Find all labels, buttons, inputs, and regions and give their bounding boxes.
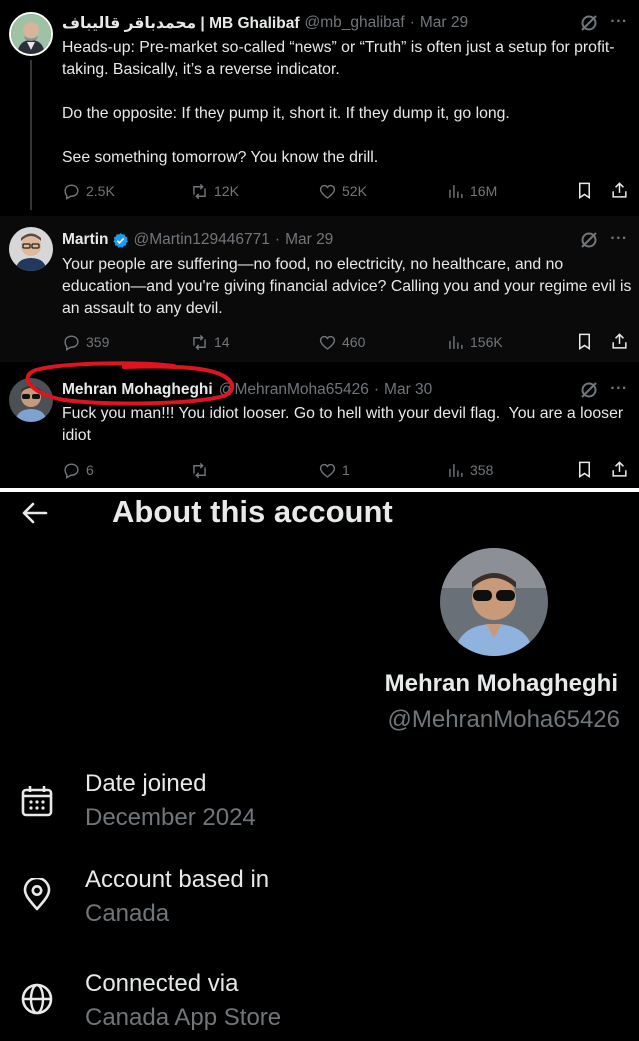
heart-icon — [319, 184, 336, 199]
bookmark-icon[interactable] — [575, 181, 594, 200]
tweet-text: Fuck you man!!! You idiot looser. Go to … — [62, 405, 628, 444]
reply-button[interactable]: 6 — [62, 459, 94, 481]
bookmark-icon[interactable] — [575, 460, 594, 479]
author-handle[interactable]: @MehranMoha65426 — [219, 381, 369, 399]
reply-icon — [64, 334, 79, 351]
tweet-actions: 359 14 460 156K — [62, 331, 630, 353]
repost-button[interactable]: 12K — [190, 180, 239, 202]
grok-icon[interactable] — [579, 230, 599, 250]
info-label: Account based in — [85, 866, 270, 893]
page-title: About this account — [112, 494, 393, 529]
reply-count: 6 — [86, 462, 94, 478]
globe-icon — [21, 983, 53, 1015]
author-name[interactable]: Martin — [62, 231, 109, 249]
like-count: 52K — [342, 183, 367, 199]
back-arrow-icon[interactable] — [20, 500, 50, 526]
reply-icon — [64, 183, 79, 200]
info-value: December 2024 — [85, 804, 256, 831]
tweet-martin[interactable]: Martin @Martin129446771 · Mar 29 ··· You… — [0, 216, 639, 362]
repost-button[interactable]: 14 — [190, 331, 230, 353]
repost-button[interactable] — [190, 459, 214, 481]
view-count: 16M — [470, 183, 498, 199]
tweet-actions: 2.5K 12K 52K 16M — [62, 180, 630, 202]
info-label: Date joined — [85, 770, 207, 797]
reply-count: 359 — [86, 334, 110, 350]
like-button[interactable]: 1 — [318, 459, 350, 481]
tweet-ghalibaf[interactable]: محمدباقر قالیباف | MB Ghalibaf @mb_ghali… — [0, 0, 639, 216]
info-value: Canada — [85, 900, 170, 927]
grok-icon[interactable] — [579, 380, 599, 400]
share-icon[interactable] — [610, 181, 629, 200]
tweet-text: Your people are suffering—no food, no el… — [62, 256, 636, 317]
reply-count: 2.5K — [86, 183, 115, 199]
author-name[interactable]: محمدباقر قالیباف | MB Ghalibaf — [62, 14, 300, 33]
verified-badge-icon — [112, 232, 128, 248]
like-count: 460 — [342, 334, 366, 350]
views-icon — [449, 463, 463, 477]
tweet-header: Martin @Martin129446771 · Mar 29 — [62, 230, 333, 250]
heart-icon — [319, 463, 336, 478]
avatar[interactable] — [9, 227, 53, 271]
reply-button[interactable]: 359 — [62, 331, 109, 353]
profile-avatar[interactable] — [440, 548, 548, 656]
author-handle[interactable]: @mb_ghalibaf — [305, 14, 405, 32]
repost-icon — [193, 462, 206, 478]
thread-line — [30, 60, 32, 210]
share-icon[interactable] — [610, 332, 629, 351]
views-icon — [449, 184, 463, 198]
heart-icon — [319, 335, 336, 350]
repost-count: 14 — [214, 334, 230, 350]
profile-handle: @MehranMoha65426 — [387, 706, 620, 733]
info-row-date-joined: Date joined December 2024 — [0, 770, 639, 850]
views-button[interactable]: 16M — [446, 180, 497, 202]
bookmark-icon[interactable] — [575, 332, 594, 351]
grok-icon[interactable] — [579, 13, 599, 33]
about-account-panel: About this account Mehran Mohagheghi @Me… — [0, 492, 639, 1041]
repost-count: 12K — [214, 183, 239, 199]
tweet-date[interactable]: Mar 30 — [384, 381, 432, 399]
tweet-header: محمدباقر قالیباف | MB Ghalibaf @mb_ghali… — [62, 13, 468, 33]
view-count: 156K — [470, 334, 503, 350]
info-row-account-based-in: Account based in Canada — [0, 866, 639, 946]
tweet-date[interactable]: Mar 29 — [285, 231, 333, 249]
reply-icon — [64, 462, 79, 479]
red-annotation-ellipse — [25, 361, 235, 406]
info-label: Connected via — [85, 970, 239, 997]
meta-dot: · — [373, 381, 380, 398]
views-button[interactable]: 156K — [446, 331, 503, 353]
share-icon[interactable] — [610, 460, 629, 479]
info-row-connected-via: Connected via Canada App Store — [0, 970, 639, 1041]
views-button[interactable]: 358 — [446, 459, 493, 481]
info-value: Canada App Store — [85, 1004, 282, 1031]
like-count: 1 — [342, 462, 350, 478]
calendar-icon — [21, 786, 53, 817]
like-button[interactable]: 460 — [318, 331, 365, 353]
avatar[interactable] — [9, 12, 53, 56]
reply-button[interactable]: 2.5K — [62, 180, 115, 202]
meta-dot: · — [274, 231, 281, 248]
tweet-text: Heads-up: Pre-market so-called “news” or… — [62, 39, 615, 166]
tweet-date[interactable]: Mar 29 — [420, 14, 468, 32]
repost-icon — [193, 334, 206, 350]
meta-dot: · — [409, 14, 415, 31]
more-icon[interactable]: ··· — [609, 14, 629, 36]
view-count: 358 — [470, 462, 494, 478]
like-button[interactable]: 52K — [318, 180, 367, 202]
tweet-actions: 6 1 358 — [62, 459, 630, 481]
location-pin-icon — [23, 878, 51, 911]
more-icon[interactable]: ··· — [609, 231, 629, 253]
repost-icon — [193, 183, 206, 199]
more-icon[interactable]: ··· — [609, 381, 629, 403]
author-handle[interactable]: @Martin129446771 — [134, 231, 270, 249]
reply-thread: محمدباقر قالیباف | MB Ghalibaf @mb_ghali… — [0, 0, 639, 488]
profile-display-name: Mehran Mohagheghi — [384, 670, 618, 697]
views-icon — [449, 335, 463, 349]
